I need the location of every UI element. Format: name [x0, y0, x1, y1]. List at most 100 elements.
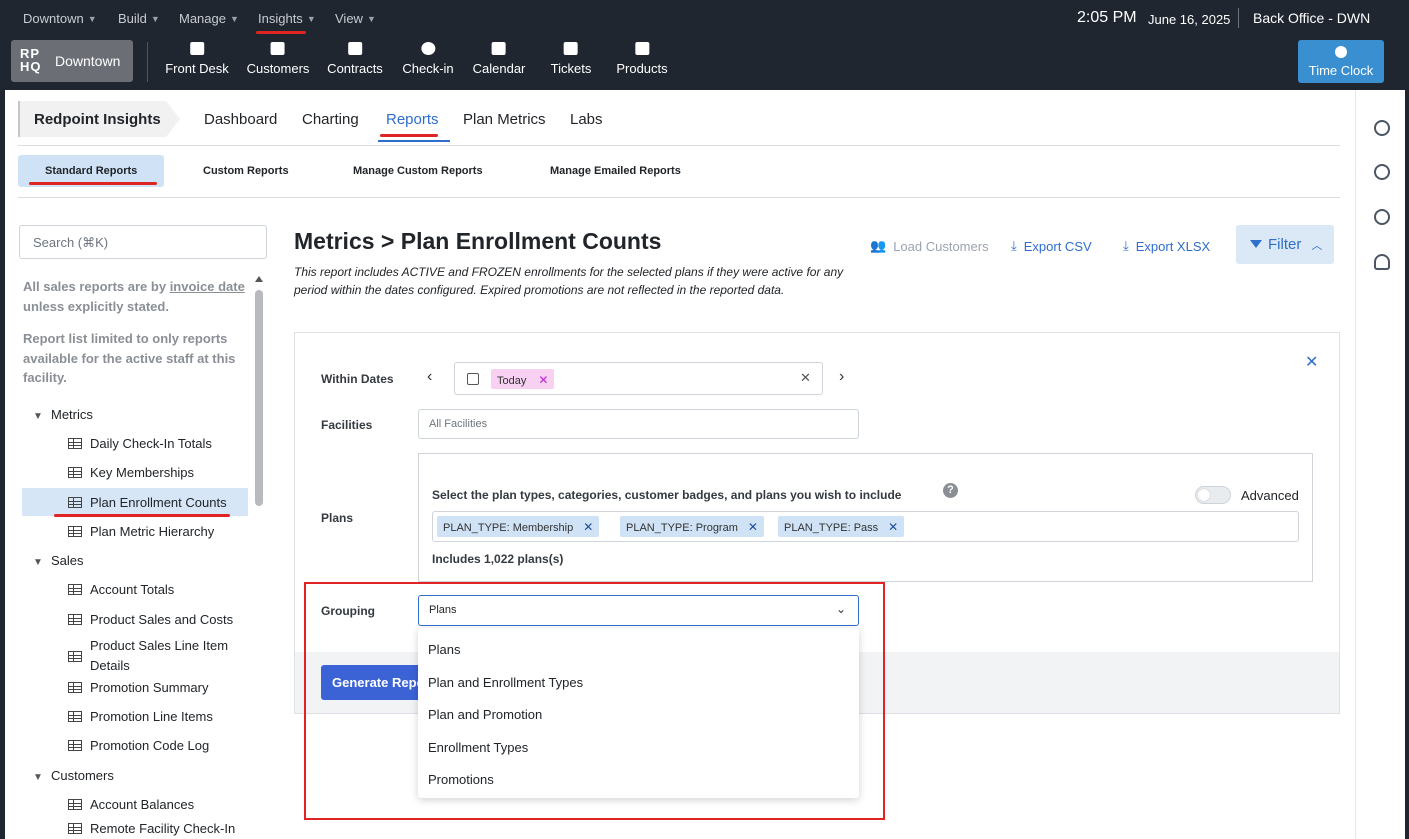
bell-icon[interactable]: [1374, 254, 1390, 270]
report-search-input[interactable]: Search (⌘K): [19, 225, 267, 259]
report-account-balances[interactable]: Account Balances: [68, 797, 194, 812]
search-icon[interactable]: [1374, 120, 1390, 136]
clear-icon[interactable]: ✕: [800, 370, 811, 386]
report-remote-facility-check-in[interactable]: Remote Facility Check-In: [68, 821, 235, 836]
subtab-custom-reports[interactable]: Custom Reports: [203, 165, 289, 177]
load-customers-button[interactable]: 👥 Load Customers: [870, 238, 989, 254]
plan-chip: PLAN_TYPE: Pass ✕: [778, 516, 905, 537]
page-title: Metrics > Plan Enrollment Counts: [294, 228, 662, 254]
sidebar-scrollbar[interactable]: [255, 290, 263, 506]
nav-tickets[interactable]: Tickets: [551, 42, 591, 76]
help-icon[interactable]: ?: [943, 483, 958, 498]
tab-reports[interactable]: Reports: [386, 111, 439, 128]
filter-button[interactable]: Filter ︿: [1236, 225, 1334, 264]
tab-plan-metrics[interactable]: Plan Metrics: [463, 111, 546, 128]
date-chip: Today ✕: [491, 369, 555, 389]
date-range-input[interactable]: Today ✕ ✕: [454, 362, 823, 395]
clock-icon: [1335, 46, 1347, 58]
group-label: Sales: [51, 553, 84, 568]
report-label: Account Balances: [90, 797, 195, 812]
table-icon: [68, 799, 82, 810]
report-plan-enrollment-counts[interactable]: Plan Enrollment Counts: [68, 495, 227, 510]
highlight-underline: [29, 182, 157, 185]
time-clock-label: Time Clock: [1308, 63, 1374, 78]
report-key-memberships[interactable]: Key Memberships: [68, 465, 194, 480]
menu-view[interactable]: View ▼: [335, 11, 376, 26]
menu-downtown[interactable]: Downtown ▼: [23, 11, 97, 26]
group-metrics[interactable]: ▼ Metrics: [33, 407, 93, 422]
download-icon: ⤓: [1123, 238, 1129, 253]
menu-insights[interactable]: Insights ▼: [258, 11, 316, 26]
report-label: Plan Metric Hierarchy: [90, 524, 215, 539]
right-rail: [1355, 90, 1405, 839]
plans-count: Includes 1,022 plans(s): [432, 552, 564, 566]
advanced-toggle[interactable]: [1195, 486, 1231, 504]
nav-front-desk[interactable]: Front Desk: [165, 42, 229, 76]
chip-label: PLAN_TYPE: Program: [626, 522, 738, 534]
chip-label: PLAN_TYPE: Membership: [443, 522, 574, 534]
report-account-totals[interactable]: Account Totals: [68, 582, 174, 597]
nav-customers[interactable]: Customers: [247, 42, 309, 76]
remove-chip-icon[interactable]: ✕: [538, 373, 548, 387]
remove-chip-icon[interactable]: ✕: [583, 520, 593, 534]
chevron-down-icon: ▼: [150, 13, 160, 24]
tab-dashboard[interactable]: Dashboard: [204, 111, 277, 128]
remove-chip-icon[interactable]: ✕: [888, 520, 898, 534]
report-promotion-line-items[interactable]: Promotion Line Items: [68, 709, 213, 724]
user-icon[interactable]: [1374, 209, 1390, 225]
time-clock-button[interactable]: Time Clock: [1298, 40, 1384, 83]
remove-chip-icon[interactable]: ✕: [748, 520, 758, 534]
advanced-label: Advanced: [1241, 488, 1299, 503]
tab-labs[interactable]: Labs: [570, 111, 603, 128]
nav-contracts[interactable]: Contracts: [327, 42, 383, 76]
report-product-sales-and-costs[interactable]: Product Sales and Costs: [68, 612, 233, 627]
report-daily-check-in-totals[interactable]: Daily Check-In Totals: [68, 436, 212, 451]
facilities-input[interactable]: All Facilities: [418, 409, 859, 439]
report-product-sales-line-item-details[interactable]: Product Sales Line Item Details: [68, 636, 238, 676]
subtab-standard-reports[interactable]: Standard Reports: [45, 165, 137, 177]
invoice-date-link[interactable]: invoice date: [170, 279, 245, 294]
report-plan-metric-hierarchy[interactable]: Plan Metric Hierarchy: [68, 524, 214, 539]
group-sales[interactable]: ▼ Sales: [33, 553, 84, 568]
menu-label: Build: [118, 11, 147, 26]
action-label: Export XLSX: [1135, 238, 1211, 254]
highlight-underline: [54, 514, 230, 517]
plans-input[interactable]: PLAN_TYPE: Membership ✕ PLAN_TYPE: Progra…: [432, 511, 1299, 542]
chevron-left-icon[interactable]: ‹: [427, 368, 432, 386]
cart-icon: [189, 42, 204, 55]
dollar-icon[interactable]: [1374, 164, 1390, 180]
report-promotion-summary[interactable]: Promotion Summary: [68, 680, 208, 695]
table-icon: [68, 526, 82, 537]
location-switcher[interactable]: RP HQ Downtown: [11, 40, 133, 82]
export-csv-button[interactable]: ⤓ Export CSV: [1011, 238, 1092, 254]
report-label: Promotion Summary: [90, 680, 209, 695]
scroll-up-arrow[interactable]: [255, 276, 263, 282]
office-selector[interactable]: Back Office - DWN: [1253, 10, 1370, 26]
export-xlsx-button[interactable]: ⤓ Export XLSX: [1123, 238, 1210, 254]
divider: [18, 145, 1340, 146]
close-icon[interactable]: ✕: [1305, 352, 1318, 372]
report-promotion-code-log[interactable]: Promotion Code Log: [68, 738, 209, 753]
table-icon: [68, 497, 82, 508]
report-label: Daily Check-In Totals: [90, 436, 212, 451]
menu-label: Downtown: [23, 11, 84, 26]
subtab-manage-emailed-reports[interactable]: Manage Emailed Reports: [550, 165, 681, 177]
users-icon: 👥: [870, 238, 887, 253]
menu-manage[interactable]: Manage ▼: [179, 11, 239, 26]
table-icon: [68, 650, 82, 662]
subtab-manage-custom-reports[interactable]: Manage Custom Reports: [353, 165, 483, 177]
chevron-down-icon: ▼: [87, 13, 97, 24]
chevron-right-icon[interactable]: ›: [839, 368, 844, 386]
nav-calendar[interactable]: Calendar: [473, 42, 525, 76]
highlight-underline: [380, 134, 438, 137]
table-icon: [68, 614, 82, 625]
menu-build[interactable]: Build ▼: [118, 11, 160, 26]
table-icon: [68, 823, 82, 834]
chevron-down-icon: ▼: [366, 13, 376, 24]
divider: [18, 197, 1340, 198]
nav-products[interactable]: Products: [616, 42, 668, 76]
group-customers[interactable]: ▼ Customers: [33, 768, 114, 783]
tab-charting[interactable]: Charting: [302, 111, 359, 128]
nav-label: Front Desk: [165, 61, 229, 76]
nav-check-in[interactable]: Check-in: [402, 42, 454, 76]
